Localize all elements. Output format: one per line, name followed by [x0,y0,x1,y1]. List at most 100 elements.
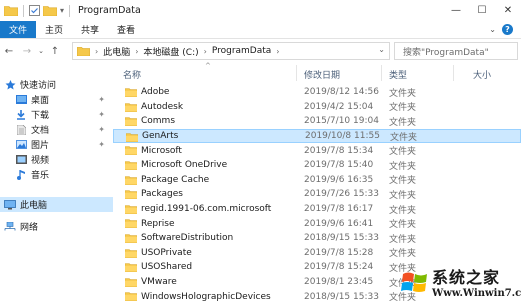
pin-icon[interactable]: ✦ [98,95,105,104]
expand-ribbon-icon[interactable]: ⌄ [489,25,496,34]
close-button[interactable]: ✕ [495,0,521,21]
column-header-type[interactable]: 类型 [389,68,407,81]
tab-file[interactable]: 文件 [0,21,37,38]
customize-toolbar-icon[interactable]: ▾ [60,6,64,15]
sidebar-item-this-pc[interactable]: 此电脑 [0,197,113,212]
column-divider[interactable] [296,65,297,81]
minimize-button[interactable]: — [443,0,469,21]
sidebar-item-desktop[interactable]: 桌面 ✦ [0,92,113,107]
column-header-date[interactable]: 修改日期 [304,68,340,81]
column-divider[interactable] [381,65,382,81]
folder-icon[interactable] [4,5,18,16]
table-row[interactable]: GenArts 2019/10/8 11:55 文件夹 [113,128,521,144]
table-row[interactable]: Packages 2019/7/26 15:33 文件夹 [113,187,521,202]
sidebar-item-quick-access[interactable]: 快速访问 [0,77,113,92]
file-date: 2019/8/12 14:56 [304,87,379,98]
address-bar[interactable]: › 此电脑 › 本地磁盘 (C:) › ProgramData › ⌄ [72,42,390,60]
sidebar-item-network[interactable]: 网络 [0,219,113,234]
table-row[interactable]: Microsoft OneDrive 2019/7/8 15:40 文件夹 [113,158,521,173]
table-row[interactable]: Comms 2015/7/10 19:04 文件夹 [113,114,521,129]
file-date: 2019/7/8 15:34 [304,145,374,156]
breadcrumb-separator-icon[interactable]: › [204,47,207,56]
sidebar-item-documents[interactable]: 文档 ✦ [0,122,113,137]
file-type: 文件夹 [389,147,417,158]
navigation-row: ← → ⌄ ↑ › 此电脑 › 本地磁盘 (C:) › ProgramData … [0,39,521,63]
column-header-size[interactable]: 大小 [473,68,491,81]
file-date: 2018/9/15 15:33 [304,233,379,244]
download-icon [15,109,27,120]
help-icon[interactable]: ? [502,24,513,35]
table-row[interactable]: regid.1991-06.com.microsoft 2019/7/8 16:1… [113,202,521,217]
breadcrumb-programdata[interactable]: ProgramData [212,46,271,56]
file-name: Reprise [141,218,175,229]
back-arrow-icon[interactable]: ← [0,46,18,57]
sort-ascending-icon: ^ [205,62,211,70]
breadcrumb-separator-icon[interactable]: › [135,47,138,56]
recent-locations-icon[interactable]: ⌄ [36,47,46,55]
folder-icon [125,190,137,200]
breadcrumb-local-disk[interactable]: 本地磁盘 (C:) [143,45,198,58]
maximize-button[interactable]: ☐ [469,0,495,21]
sidebar-item-downloads[interactable]: 下载 ✦ [0,107,113,122]
file-date: 2015/7/10 19:04 [304,116,379,127]
folder-icon [125,88,137,97]
folder-icon [125,292,137,302]
folder-icon [77,47,90,56]
window-controls: — ☐ ✕ [443,0,521,21]
watermark-brand: 系统之家 [432,268,501,287]
table-row[interactable]: SoftwareDistribution 2018/9/15 15:33 文件夹 [113,231,521,246]
table-row[interactable]: Package Cache 2019/9/6 16:35 文件夹 [113,173,521,188]
file-date: 2019/8/1 23:45 [304,277,374,288]
sidebar-item-label: 网络 [20,223,39,233]
file-type: 文件夹 [389,176,417,187]
pin-icon[interactable]: ✦ [98,110,105,119]
forward-arrow-icon[interactable]: → [18,46,36,57]
tab-view[interactable]: 查看 [108,21,144,38]
pin-icon[interactable]: ✦ [98,125,105,134]
toolbar-divider [23,4,24,17]
properties-icon[interactable] [29,5,40,16]
toolbar-divider [69,4,71,17]
breadcrumb-separator-icon[interactable]: › [95,47,98,56]
address-history-dropdown-icon[interactable]: ⌄ [378,45,385,54]
window-title: ProgramData [78,5,141,16]
column-header-name[interactable]: 名称 [123,68,141,81]
star-icon [4,79,16,90]
file-type: 文件夹 [389,103,417,114]
file-name: USOPrivate [141,247,192,258]
file-name: Comms [141,116,176,127]
file-date: 2019/9/6 16:35 [304,174,374,185]
tab-home[interactable]: 主页 [36,21,72,38]
sidebar-item-label: 图片 [31,141,50,151]
tab-share[interactable]: 共享 [72,21,108,38]
sidebar-item-videos[interactable]: 视频 [0,152,113,167]
table-row[interactable]: Adobe 2019/8/12 14:56 文件夹 [113,85,521,100]
title-bar: ▾ ProgramData — ☐ ✕ [0,0,521,21]
file-date: 2019/7/8 16:17 [304,204,374,215]
file-name: Autodesk [141,101,184,112]
sidebar-item-music[interactable]: 音乐 [0,167,113,182]
file-name: USOShared [141,262,193,273]
table-row[interactable]: Autodesk 2019/4/2 15:04 文件夹 [113,100,521,115]
breadcrumb-this-pc[interactable]: 此电脑 [103,45,130,58]
network-icon [4,221,16,232]
table-row[interactable]: Reprise 2019/9/6 16:41 文件夹 [113,216,521,231]
table-row[interactable]: Microsoft 2019/7/8 15:34 文件夹 [113,143,521,158]
folder-icon [125,175,137,185]
file-name: regid.1991-06.com.microsoft [141,204,272,215]
folder-icon [125,117,137,127]
file-name: Adobe [141,87,170,98]
file-type: 文件夹 [389,205,417,216]
pin-icon[interactable]: ✦ [98,140,105,149]
search-placeholder: 搜索"ProgramData" [403,47,489,58]
column-divider[interactable] [453,65,454,81]
sidebar-item-label: 视频 [31,156,50,166]
sidebar-item-pictures[interactable]: 图片 ✦ [0,137,113,152]
sidebar-item-label: 文档 [31,126,50,136]
new-folder-icon[interactable] [43,5,57,16]
breadcrumb-separator-icon[interactable]: › [276,47,279,56]
sidebar-item-label: 桌面 [31,96,50,106]
search-input[interactable]: 搜索"ProgramData" [394,42,518,60]
table-row[interactable]: USOPrivate 2019/7/8 15:28 文件夹 [113,246,521,261]
up-arrow-icon[interactable]: ↑ [46,46,64,57]
